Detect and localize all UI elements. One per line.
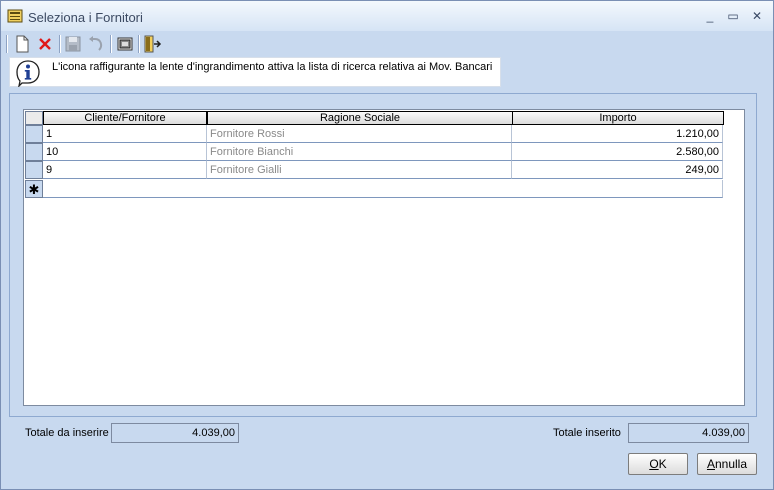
- dialog-window: Seleziona i Fornitori _ ▭ ✕ L'icona raff…: [0, 0, 774, 490]
- cancel-button[interactable]: Annulla: [697, 453, 757, 475]
- cell-cliente-fornitore[interactable]: 10: [43, 143, 207, 161]
- column-header-importo[interactable]: Importo: [512, 111, 724, 125]
- cell-importo[interactable]: 2.580,00: [512, 143, 723, 161]
- close-button[interactable]: ✕: [746, 7, 768, 25]
- app-icon: [7, 9, 23, 23]
- save-icon[interactable]: [63, 34, 83, 54]
- grid-corner[interactable]: [25, 111, 43, 125]
- toolbar-separator: [138, 35, 140, 53]
- toolbar-separator: [6, 35, 8, 53]
- total-to-insert-label: Totale da inserire: [25, 427, 109, 439]
- cell-importo[interactable]: 249,00: [512, 161, 723, 179]
- suppliers-grid: Cliente/Fornitore Ragione Sociale Import…: [23, 109, 745, 406]
- ok-label: K: [658, 457, 667, 471]
- info-box: L'icona raffigurante la lente d'ingrandi…: [9, 57, 501, 87]
- maximize-button[interactable]: ▭: [722, 7, 744, 25]
- toolbar: [6, 32, 166, 56]
- window-title: Seleziona i Fornitori: [28, 10, 143, 25]
- cell-cliente-fornitore[interactable]: 1: [43, 125, 207, 143]
- title-bar[interactable]: Seleziona i Fornitori _ ▭ ✕: [1, 1, 773, 31]
- new-row-cell[interactable]: [43, 180, 723, 198]
- exit-icon[interactable]: [142, 34, 162, 54]
- cell-ragione-sociale[interactable]: Fornitore Gialli: [207, 161, 512, 179]
- total-to-insert-field: 4.039,00: [111, 423, 239, 443]
- cell-importo[interactable]: 1.210,00: [512, 125, 723, 143]
- cancel-accelerator: A: [706, 457, 715, 471]
- row-selector[interactable]: [25, 143, 43, 161]
- cell-ragione-sociale[interactable]: Fornitore Rossi: [207, 125, 512, 143]
- delete-icon[interactable]: [35, 34, 55, 54]
- minimize-button[interactable]: _: [699, 7, 721, 25]
- column-header-ragione-sociale[interactable]: Ragione Sociale: [207, 111, 513, 125]
- cell-ragione-sociale[interactable]: Fornitore Bianchi: [207, 143, 512, 161]
- ok-button[interactable]: OK: [628, 453, 688, 475]
- undo-icon[interactable]: [85, 34, 105, 54]
- info-message: L'icona raffigurante la lente d'ingrandi…: [52, 61, 493, 73]
- new-document-icon[interactable]: [12, 34, 32, 54]
- total-inserted-field: 4.039,00: [628, 423, 749, 443]
- cancel-label: nnulla: [714, 457, 748, 471]
- toolbar-separator: [110, 35, 112, 53]
- grid-panel: Cliente/Fornitore Ragione Sociale Import…: [9, 93, 757, 417]
- info-icon: [16, 60, 40, 87]
- toolbar-separator: [59, 35, 61, 53]
- total-inserted-label: Totale inserito: [553, 427, 621, 439]
- select-icon[interactable]: [115, 34, 135, 54]
- new-row-marker[interactable]: ✱: [25, 180, 43, 198]
- row-selector[interactable]: [25, 161, 43, 179]
- cell-cliente-fornitore[interactable]: 9: [43, 161, 207, 179]
- ok-accelerator: O: [649, 457, 659, 471]
- column-header-cliente-fornitore[interactable]: Cliente/Fornitore: [43, 111, 207, 125]
- row-selector[interactable]: [25, 125, 43, 143]
